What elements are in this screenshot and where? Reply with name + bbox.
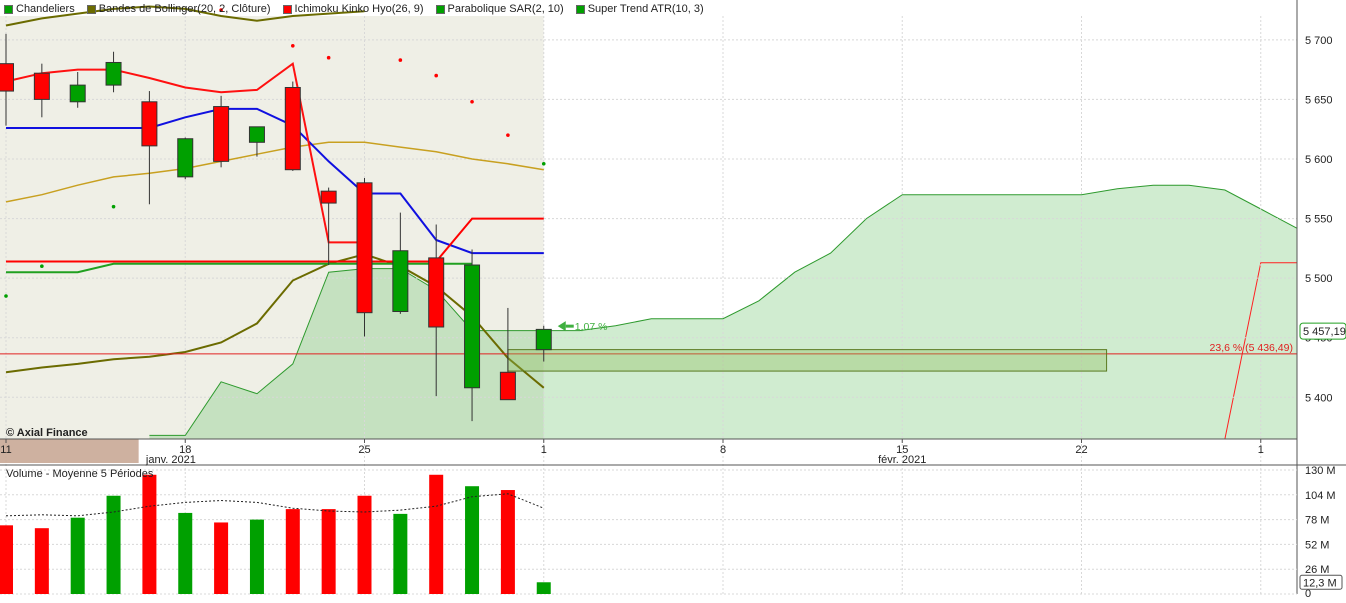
candle-body [248, 126, 265, 143]
legend-swatch-icon [575, 4, 585, 14]
legend-label: Parabolique SAR(2, 10) [447, 3, 564, 15]
candle-body [141, 101, 158, 147]
legend-item-sar[interactable]: Parabolique SAR(2, 10) [435, 3, 564, 15]
watermark: © Axial Finance [6, 427, 88, 439]
volume-bar [393, 513, 408, 594]
sar-dot [398, 58, 403, 62]
date-tick-label: 1 [1258, 444, 1264, 456]
volume-tick-label: 26 M [1305, 564, 1329, 576]
last-price-label: 5 457,19 [1303, 326, 1346, 338]
sar-dot [40, 264, 44, 269]
chart-root: 5 7005 6505 6005 5505 5005 4505 40023,6 … [0, 0, 1346, 600]
volume-bar [70, 517, 85, 594]
candle-body [69, 84, 86, 103]
legend-swatch-icon [4, 4, 13, 14]
volume-tick-label: 130 M [1305, 465, 1336, 477]
price-tick-label: 5 700 [1305, 35, 1333, 47]
volume-bar [536, 582, 551, 594]
legend-item-candles[interactable]: Chandeliers [4, 3, 75, 15]
candle-body [177, 138, 194, 178]
volume-bar [285, 509, 300, 594]
sar-dot [434, 73, 439, 78]
candle-body [356, 182, 373, 314]
volume-bar [142, 474, 157, 594]
legend-label: Super Trend ATR(10, 3) [587, 3, 704, 15]
price-tick-label: 5 400 [1305, 392, 1333, 404]
month-label: janv. 2021 [145, 454, 196, 466]
candle-body [33, 72, 50, 100]
date-tick-label: 1 [541, 444, 547, 456]
chart-canvas: 5 7005 6505 6005 5505 5005 4505 40023,6 … [0, 0, 1346, 600]
volume-bar [249, 519, 264, 594]
candle-body [535, 328, 552, 351]
watermark-box [0, 439, 139, 463]
sar-dot [541, 161, 546, 166]
price-tick-label: 5 550 [1305, 214, 1333, 226]
legend-label: Bandes de Bollinger(20, 2, Clôture) [98, 3, 271, 15]
candle-body [0, 63, 14, 92]
candle-body [428, 257, 445, 328]
sar-dot [291, 43, 295, 48]
candle-body [320, 190, 337, 204]
month-label: févr. 2021 [878, 454, 926, 466]
legend-item-bollinger[interactable]: Bandes de Bollinger(20, 2, Clôture) [86, 3, 271, 15]
volume-bar [429, 474, 444, 594]
volume-bar [0, 525, 13, 594]
date-tick-label: 22 [1075, 444, 1087, 456]
candle-body [284, 86, 301, 171]
last-volume-label: 12,3 M [1303, 577, 1337, 589]
zone-rectangle [507, 349, 1108, 372]
candle-body [499, 371, 516, 401]
date-tick-label: 8 [720, 444, 726, 456]
legend-swatch-icon [86, 4, 96, 14]
volume-legend: Volume - Moyenne 5 Périodes [6, 468, 154, 480]
date-tick-label: 11 [0, 444, 11, 456]
sar-dot [506, 133, 510, 137]
volume-tick-label: 78 M [1305, 515, 1329, 527]
sar-dot [470, 99, 474, 104]
price-tick-label: 5 650 [1305, 94, 1333, 106]
legend-item-ichimoku[interactable]: Ichimoku Kinko Hyo(26, 9) [282, 3, 424, 15]
sar-dot [326, 55, 331, 60]
change-label: 1,07 % [575, 321, 608, 333]
legend-label: Ichimoku Kinko Hyo(26, 9) [294, 3, 424, 15]
fibonacci-label: 23,6 % (5 436,49) [1210, 342, 1293, 354]
volume-bar [34, 528, 49, 594]
legend-item-supertrend[interactable]: Super Trend ATR(10, 3) [575, 3, 704, 15]
candle-body [105, 61, 122, 86]
volume-bar [357, 495, 372, 594]
price-tick-label: 5 600 [1305, 154, 1333, 166]
legend-swatch-icon [435, 4, 445, 14]
sar-dot [4, 294, 8, 298]
candle-body [213, 106, 230, 162]
volume-tick-label: 52 M [1305, 539, 1329, 551]
volume-bar [178, 512, 193, 594]
date-tick-label: 25 [358, 444, 370, 456]
volume-bar [106, 495, 121, 594]
volume-bar [500, 490, 515, 594]
volume-tick-label: 104 M [1305, 490, 1336, 502]
indicator-legend: Chandeliers Bandes de Bollinger(20, 2, C… [4, 2, 704, 16]
sar-dot [111, 204, 116, 209]
candle-body [464, 264, 481, 389]
volume-bar [465, 486, 480, 594]
volume-bar [214, 522, 229, 594]
legend-label: Chandeliers [16, 3, 75, 15]
legend-swatch-icon [282, 4, 292, 14]
candle-body [392, 250, 409, 313]
volume-bar [321, 509, 336, 594]
price-tick-label: 5 500 [1305, 273, 1333, 285]
volume-moving-average-line [5, 493, 544, 517]
